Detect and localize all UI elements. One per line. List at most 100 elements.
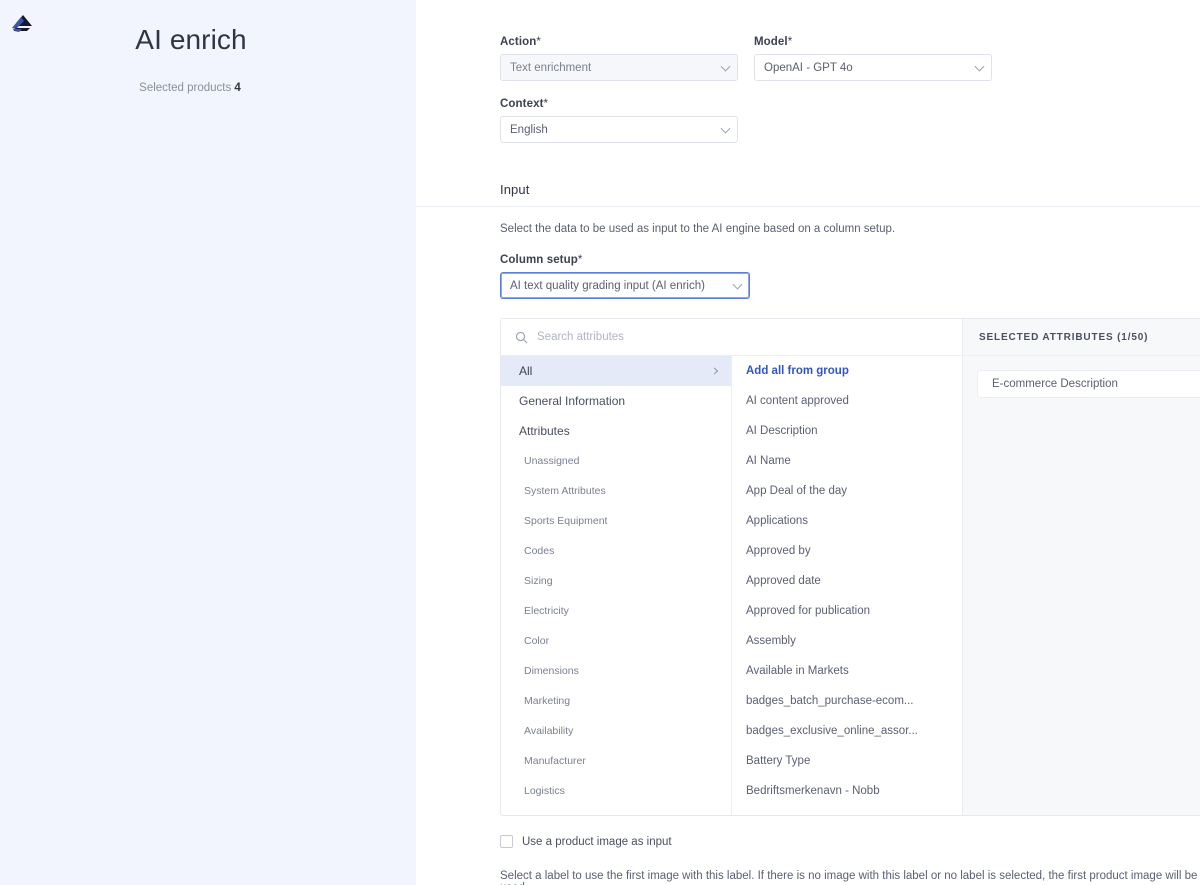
column-setup-select[interactable]: AI text quality grading input (AI enrich… — [500, 272, 750, 299]
main-content: Action* Text enrichment Model* OpenAI - … — [416, 0, 1200, 885]
context-select-value: English — [510, 124, 548, 136]
attribute-search-bar — [501, 319, 962, 356]
attribute-group-item[interactable]: Dimensions — [501, 656, 731, 686]
selected-attributes-panel: SELECTED ATTRIBUTES (1/50) E-commerce De… — [963, 319, 1200, 815]
column-setup-field: Column setup* AI text quality grading in… — [416, 235, 1200, 299]
attribute-group-item[interactable]: Classification — [501, 806, 731, 815]
attribute-group-label: Logistics — [524, 785, 565, 797]
use-product-image-checkbox[interactable] — [500, 835, 513, 848]
attribute-list-item[interactable]: Available in Markets — [732, 656, 962, 686]
model-select[interactable]: OpenAI - GPT 4o — [754, 54, 992, 81]
attribute-group-label: Electricity — [524, 605, 569, 617]
attribute-group-item[interactable]: Sizing — [501, 566, 731, 596]
selected-products-count: 4 — [234, 82, 240, 94]
attribute-group-label: Unassigned — [524, 455, 579, 467]
attribute-list-item[interactable]: Approved date — [732, 566, 962, 596]
column-setup-label: Column setup* — [500, 254, 1200, 266]
attribute-group-item[interactable]: Codes — [501, 536, 731, 566]
input-section-description: Select the data to be used as input to t… — [416, 207, 1200, 235]
action-label: Action* — [500, 36, 738, 48]
context-required-mark: * — [544, 98, 549, 110]
attribute-group-item[interactable]: Attributes — [501, 416, 731, 446]
context-field: Context* English — [500, 98, 738, 143]
selected-attribute-chip[interactable]: E-commerce Description — [977, 370, 1200, 398]
attribute-list-item[interactable]: badges_batch_purchase-ecom... — [732, 686, 962, 716]
attribute-group-item[interactable]: Logistics — [501, 776, 731, 806]
attribute-list-item[interactable]: Approved for publication — [732, 596, 962, 626]
attribute-group-item[interactable]: System Attributes — [501, 476, 731, 506]
attribute-group-label: Codes — [524, 545, 554, 557]
action-label-text: Action — [500, 36, 536, 48]
ai-enrich-page: AI enrich Selected products 4 Action* Te… — [0, 0, 1200, 885]
attribute-group-label: System Attributes — [524, 485, 606, 497]
column-setup-required-mark: * — [578, 254, 583, 266]
attribute-list-item[interactable]: Bedriftsmerkenavn - Nobb — [732, 776, 962, 806]
attribute-group-item[interactable]: Color — [501, 626, 731, 656]
page-title: AI enrich — [0, 24, 382, 56]
attribute-picker-columns: All General Information Attributes Unassign… — [501, 356, 962, 815]
chevron-down-icon — [721, 61, 731, 71]
search-input[interactable] — [537, 331, 948, 343]
attribute-list-item[interactable]: Approved by — [732, 536, 962, 566]
chevron-down-icon — [733, 279, 743, 289]
selected-attributes-heading: SELECTED ATTRIBUTES (1/50) — [963, 319, 1200, 356]
attribute-group-label: All — [519, 364, 532, 378]
attribute-group-item[interactable]: Marketing — [501, 686, 731, 716]
model-label-text: Model — [754, 36, 788, 48]
attribute-group-label: General Information — [519, 394, 625, 408]
action-required-mark: * — [536, 36, 541, 48]
selected-products-label: Selected products — [139, 82, 231, 94]
chevron-right-icon — [711, 367, 718, 374]
sidebar: AI enrich Selected products 4 — [0, 0, 416, 885]
model-select-value: OpenAI - GPT 4o — [764, 62, 853, 74]
attribute-group-label: Marketing — [524, 695, 570, 707]
attribute-group-label: Manufacturer — [524, 755, 586, 767]
attribute-group-list[interactable]: All General Information Attributes Unassign… — [501, 356, 732, 815]
chevron-down-icon — [721, 123, 731, 133]
attribute-list-item[interactable]: AI Description — [732, 416, 962, 446]
attribute-list-item[interactable]: AI content approved — [732, 386, 962, 416]
add-all-from-group-link[interactable]: Add all from group — [732, 356, 962, 386]
action-model-row: Action* Text enrichment Model* OpenAI - … — [416, 36, 1200, 98]
attribute-group-label: Dimensions — [524, 665, 579, 677]
action-select-value: Text enrichment — [510, 62, 591, 74]
attribute-group-item[interactable]: General Information — [501, 386, 731, 416]
attribute-group-item[interactable]: Sports Equipment — [501, 506, 731, 536]
context-row: Context* English — [416, 98, 1200, 160]
context-label: Context* — [500, 98, 738, 110]
attribute-list-item[interactable]: Applications — [732, 506, 962, 536]
attribute-group-item[interactable]: Unassigned — [501, 446, 731, 476]
input-section-heading: Input — [416, 182, 1200, 207]
attribute-list-item[interactable]: Battery Type — [732, 746, 962, 776]
attribute-list-item[interactable]: App Deal of the day — [732, 476, 962, 506]
attribute-group-item[interactable]: Availability — [501, 716, 731, 746]
attribute-list-item[interactable]: Body Style — [732, 806, 962, 815]
column-setup-value: AI text quality grading input (AI enrich… — [510, 280, 705, 292]
attribute-group-label: Availability — [524, 725, 573, 737]
model-field: Model* OpenAI - GPT 4o — [754, 36, 992, 81]
attribute-list-item[interactable]: badges_exclusive_online_assor... — [732, 716, 962, 746]
context-select[interactable]: English — [500, 116, 738, 143]
attribute-list-item[interactable]: AI Name — [732, 446, 962, 476]
attribute-picker: All General Information Attributes Unassign… — [500, 318, 1200, 816]
attribute-picker-left: All General Information Attributes Unassign… — [501, 319, 963, 815]
use-product-image-label: Use a product image as input — [522, 836, 672, 848]
action-select[interactable]: Text enrichment — [500, 54, 738, 81]
selected-products-summary: Selected products 4 — [0, 82, 380, 94]
selected-attributes-chips: E-commerce Description — [963, 356, 1200, 398]
model-required-mark: * — [788, 36, 793, 48]
attribute-group-label: Sizing — [524, 575, 553, 587]
attribute-group-item[interactable]: All — [501, 356, 731, 386]
attribute-list-item[interactable]: Assembly — [732, 626, 962, 656]
context-label-text: Context — [500, 98, 544, 110]
attribute-group-item[interactable]: Manufacturer — [501, 746, 731, 776]
model-label: Model* — [754, 36, 992, 48]
search-icon — [515, 331, 528, 344]
chevron-down-icon — [975, 61, 985, 71]
attribute-list[interactable]: Add all from groupAI content approvedAI … — [732, 356, 962, 815]
attribute-group-label: Sports Equipment — [524, 515, 607, 527]
attribute-group-item[interactable]: Electricity — [501, 596, 731, 626]
use-product-image-row[interactable]: Use a product image as input — [416, 816, 1200, 848]
column-setup-label-text: Column setup — [500, 254, 578, 266]
attribute-group-label: Color — [524, 635, 549, 647]
